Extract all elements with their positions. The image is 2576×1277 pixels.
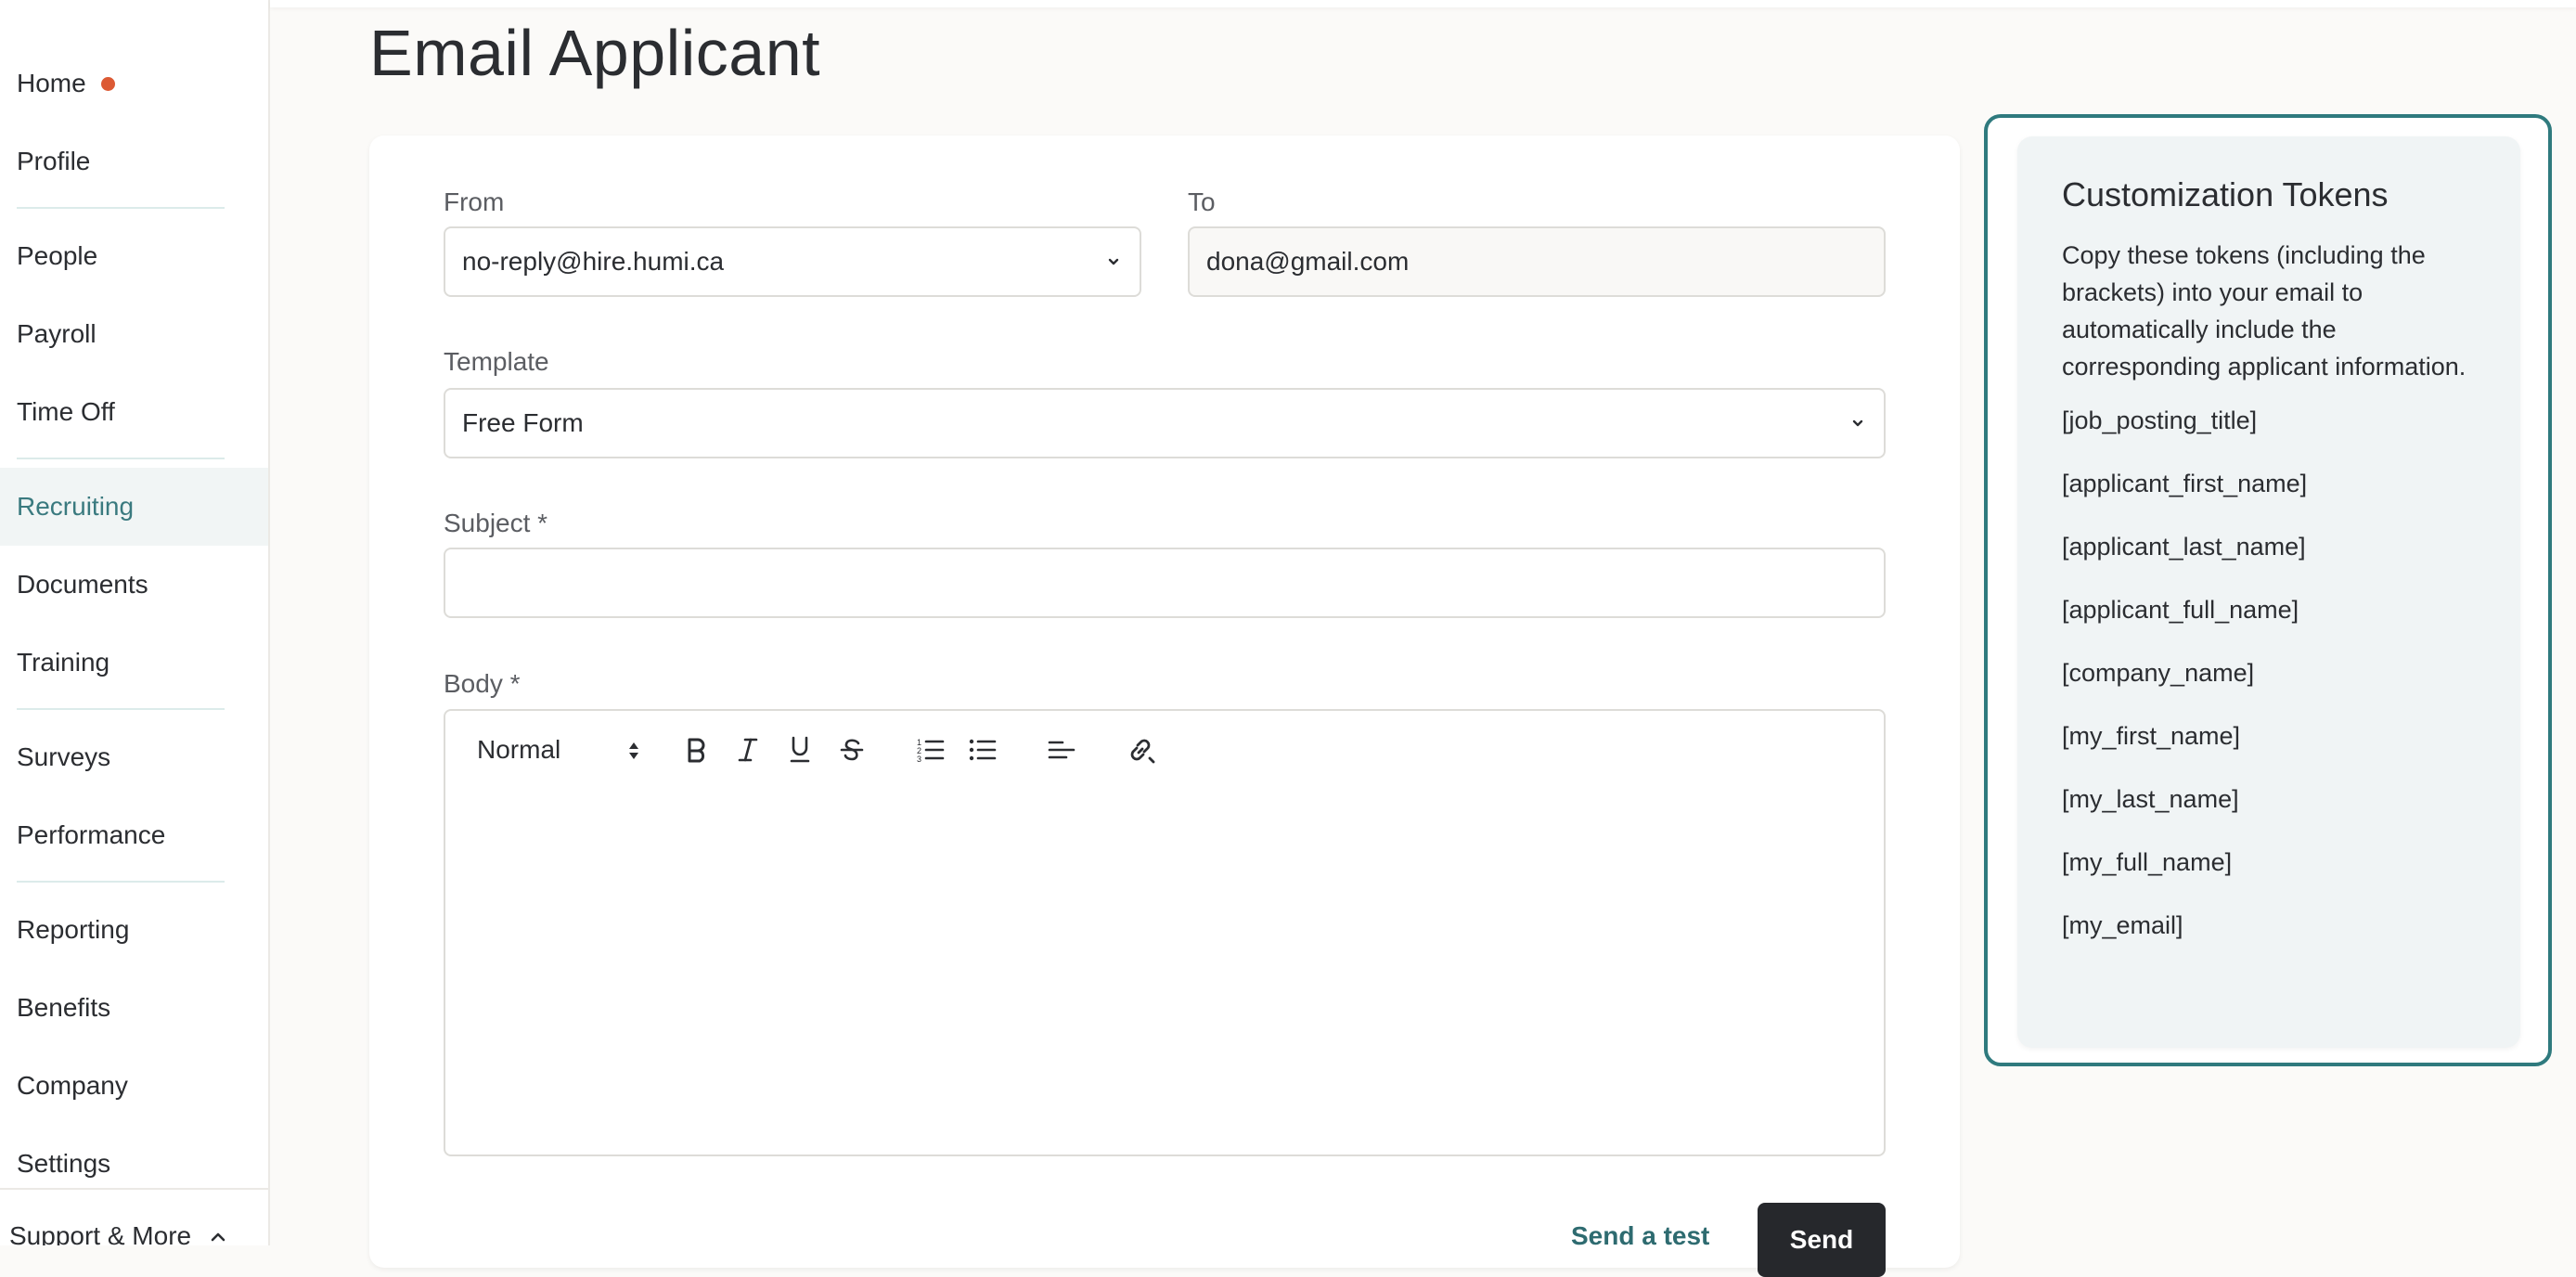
sidebar-item-recruiting[interactable]: Recruiting <box>0 468 268 546</box>
sidebar-item-label: Training <box>17 648 110 677</box>
sidebar-item-label: Company <box>17 1071 128 1100</box>
underline-icon <box>790 736 810 763</box>
underline-button[interactable] <box>781 731 818 768</box>
sidebar-item-label: Profile <box>17 147 91 175</box>
editor-toolbar: Normal 1 2 3 <box>445 711 1884 785</box>
sidebar-item-label: Performance <box>17 820 166 849</box>
subject-input[interactable] <box>444 548 1886 618</box>
template-value: Free Form <box>462 408 584 437</box>
email-form-card: From no-reply@hire.humi.ca To dona@gmail… <box>369 135 1960 1277</box>
token-item[interactable]: [applicant_full_name] <box>2062 591 2478 654</box>
sidebar-item-label: Home <box>17 69 86 97</box>
strikethrough-button[interactable] <box>833 731 870 768</box>
page-title: Email Applicant <box>369 17 821 89</box>
to-value: dona@gmail.com <box>1206 247 1410 276</box>
bullet-list-icon <box>969 739 997 761</box>
sidebar-item-training[interactable]: Training <box>0 624 268 702</box>
subject-label: Subject * <box>444 509 548 537</box>
sidebar: Home Profile People Payroll Time Off Rec… <box>0 0 270 1245</box>
sidebar-item-payroll[interactable]: Payroll <box>0 295 268 373</box>
sidebar-item-people[interactable]: People <box>0 217 268 295</box>
token-item[interactable]: [my_first_name] <box>2062 717 2478 780</box>
tokens-card: Customization Tokens Copy these tokens (… <box>2017 136 2520 1048</box>
sidebar-item-profile[interactable]: Profile <box>0 123 268 200</box>
sidebar-item-label: Recruiting <box>17 492 135 521</box>
tokens-description: Copy these tokens (including the bracket… <box>2062 241 2467 381</box>
sidebar-item-benefits[interactable]: Benefits <box>0 969 268 1047</box>
sidebar-item-label: Documents <box>17 570 148 599</box>
sidebar-item-label: Reporting <box>17 915 130 944</box>
chevron-down-icon <box>1108 258 1119 265</box>
sort-arrows-icon <box>629 742 638 759</box>
sidebar-item-reporting[interactable]: Reporting <box>0 891 268 969</box>
link-icon <box>1130 739 1155 764</box>
bold-icon <box>688 738 705 763</box>
sidebar-item-label: Benefits <box>17 993 111 1022</box>
sidebar-item-home[interactable]: Home <box>0 45 268 123</box>
from-value: no-reply@hire.humi.ca <box>462 247 725 276</box>
nav-divider <box>17 207 225 209</box>
align-icon <box>1048 741 1075 759</box>
support-menu-button[interactable]: Support & More <box>0 1188 268 1245</box>
token-item[interactable]: [my_last_name] <box>2062 780 2478 844</box>
support-label: Support & More <box>9 1221 192 1246</box>
token-item[interactable]: [my_email] <box>2062 907 2478 970</box>
token-item[interactable]: [job_posting_title] <box>2062 402 2478 465</box>
nav-divider <box>17 458 225 459</box>
token-item[interactable]: [my_full_name] <box>2062 844 2478 907</box>
body-editor[interactable]: Normal 1 2 3 <box>444 709 1886 1156</box>
chevron-down-icon <box>1852 419 1863 427</box>
sidebar-item-company[interactable]: Company <box>0 1047 268 1125</box>
template-select[interactable]: Free Form <box>444 388 1886 458</box>
tokens-title: Customization Tokens <box>2062 175 2389 213</box>
sidebar-item-label: Time Off <box>17 397 115 426</box>
send-test-link[interactable]: Send a test <box>1571 1221 1709 1251</box>
align-button[interactable] <box>1043 731 1080 768</box>
italic-icon <box>738 738 758 762</box>
ordered-list-icon: 1 2 3 <box>917 738 945 764</box>
heading-value: Normal <box>477 735 561 764</box>
to-label: To <box>1188 187 1216 216</box>
token-item[interactable]: [company_name] <box>2062 654 2478 717</box>
sidebar-item-documents[interactable]: Documents <box>0 546 268 624</box>
link-button[interactable] <box>1122 731 1159 768</box>
token-item[interactable]: [applicant_last_name] <box>2062 528 2478 591</box>
sidebar-item-label: Payroll <box>17 319 97 348</box>
sidebar-item-label: People <box>17 241 98 270</box>
sidebar-item-time-off[interactable]: Time Off <box>0 373 268 451</box>
body-text-area[interactable] <box>464 794 1865 1136</box>
template-label: Template <box>444 347 549 376</box>
body-label: Body * <box>444 669 521 698</box>
to-field[interactable]: dona@gmail.com <box>1188 226 1886 297</box>
sidebar-item-label: Surveys <box>17 742 111 771</box>
from-label: From <box>444 187 505 216</box>
send-button[interactable]: Send <box>1758 1203 1886 1277</box>
italic-button[interactable] <box>729 731 766 768</box>
chevron-up-icon <box>211 1232 225 1242</box>
bullet-list-button[interactable] <box>964 731 1001 768</box>
sidebar-item-performance[interactable]: Performance <box>0 796 268 874</box>
from-select[interactable]: no-reply@hire.humi.ca <box>444 226 1141 297</box>
svg-text:3: 3 <box>917 755 921 764</box>
customization-tokens-panel: Customization Tokens Copy these tokens (… <box>1984 114 2552 1066</box>
nav-divider <box>17 708 225 710</box>
sidebar-item-surveys[interactable]: Surveys <box>0 718 268 796</box>
ordered-list-button[interactable]: 1 2 3 <box>912 731 949 768</box>
bold-button[interactable] <box>677 731 715 768</box>
sidebar-item-label: Settings <box>17 1149 111 1178</box>
heading-select[interactable]: Normal <box>477 731 644 768</box>
nav-divider <box>17 881 225 883</box>
notification-dot <box>100 76 115 91</box>
token-item[interactable]: [applicant_first_name] <box>2062 465 2478 528</box>
top-bar <box>270 0 2576 7</box>
strikethrough-icon <box>840 739 864 761</box>
